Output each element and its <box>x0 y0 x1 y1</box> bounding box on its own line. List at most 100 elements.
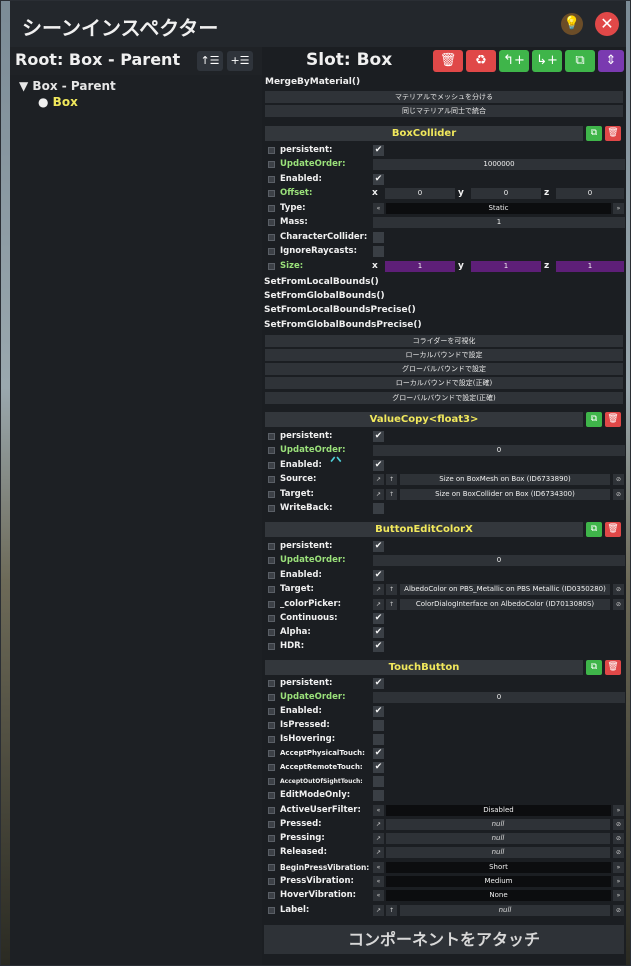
clear-icon[interactable]: ⊘ <box>613 599 624 610</box>
enum-prev-icon[interactable]: « <box>373 876 384 887</box>
field-handle-icon[interactable] <box>268 807 275 814</box>
field-handle-icon[interactable] <box>268 708 275 715</box>
visualize-collider-button[interactable]: コライダーを可視化 <box>265 335 623 347</box>
size-y-input[interactable]: 1 <box>471 261 541 272</box>
update-order-input[interactable]: 1000000 <box>373 159 625 170</box>
merge-same-material-button[interactable]: 同じマテリアル同士で統合 <box>265 105 623 117</box>
trash-icon[interactable]: 🗑 <box>605 522 621 537</box>
field-handle-icon[interactable] <box>268 615 275 622</box>
clear-icon[interactable]: ⊘ <box>613 833 624 844</box>
destroy-slot-icon[interactable]: 🗑 <box>433 50 463 72</box>
method-set-from-local-bounds[interactable]: SetFromLocalBounds() <box>264 277 379 287</box>
field-handle-icon[interactable] <box>268 694 275 701</box>
reference-icon[interactable]: ↗ <box>373 489 384 500</box>
clear-icon[interactable]: ⊘ <box>613 489 624 500</box>
enum-prev-icon[interactable]: « <box>373 805 384 816</box>
checkbox[interactable]: ✔ <box>373 541 384 552</box>
reference-icon[interactable]: ↗ <box>373 833 384 844</box>
enum-next-icon[interactable]: » <box>613 890 624 901</box>
field-handle-icon[interactable] <box>268 572 275 579</box>
offset-z-input[interactable]: 0 <box>556 188 624 199</box>
merge-by-material-button[interactable]: MergeByMaterial() <box>265 77 360 87</box>
copy-icon[interactable]: ⧉ <box>586 522 602 537</box>
update-order-input[interactable]: 0 <box>373 555 625 566</box>
expand-triangle-icon[interactable]: ▼ <box>19 79 28 93</box>
update-order-input[interactable]: 0 <box>373 445 625 456</box>
trash-icon[interactable]: 🗑 <box>605 412 621 427</box>
pressed-value[interactable]: null <box>386 819 610 830</box>
insert-parent-icon[interactable]: ↰+ <box>499 50 529 72</box>
enum-next-icon[interactable]: » <box>613 862 624 873</box>
field-handle-icon[interactable] <box>268 491 275 498</box>
checkbox[interactable] <box>373 720 384 731</box>
trash-icon[interactable]: 🗑 <box>605 126 621 141</box>
method-set-from-global-bounds[interactable]: SetFromGlobalBounds() <box>264 291 385 301</box>
field-handle-icon[interactable] <box>268 878 275 885</box>
field-handle-icon[interactable] <box>268 722 275 729</box>
field-handle-icon[interactable] <box>268 736 275 743</box>
method-set-from-local-bounds-precise[interactable]: SetFromLocalBoundsPrecise() <box>264 305 416 315</box>
valuecopy-header[interactable]: ValueCopy<float3> <box>265 412 583 427</box>
checkbox[interactable]: ✔ <box>373 613 384 624</box>
copy-icon[interactable]: ⧉ <box>586 412 602 427</box>
target-value[interactable]: AlbedoColor on PBS_Metallic on PBS Metal… <box>400 584 610 595</box>
clear-icon[interactable]: ⊘ <box>613 847 624 858</box>
field-handle-icon[interactable] <box>268 643 275 650</box>
offset-x-input[interactable]: 0 <box>385 188 455 199</box>
clear-icon[interactable]: ⊘ <box>613 584 624 595</box>
checkbox[interactable]: ✔ <box>373 641 384 652</box>
checkbox[interactable] <box>373 790 384 801</box>
checkbox[interactable] <box>373 503 384 514</box>
field-handle-icon[interactable] <box>268 586 275 593</box>
checkbox[interactable]: ✔ <box>373 460 384 471</box>
checkbox[interactable] <box>373 734 384 745</box>
buttoneditcolorx-header[interactable]: ButtonEditColorX <box>265 522 583 537</box>
checkbox[interactable]: ✔ <box>373 678 384 689</box>
set-local-bounds-precise-button[interactable]: ローカルバウンドで設定(正確) <box>265 377 623 389</box>
field-handle-icon[interactable] <box>268 219 275 226</box>
field-handle-icon[interactable] <box>268 263 275 270</box>
mass-input[interactable]: 1 <box>373 217 625 228</box>
field-handle-icon[interactable] <box>268 205 275 212</box>
field-handle-icon[interactable] <box>268 543 275 550</box>
tree-item-box-parent[interactable]: ▼ Box - Parent <box>19 79 116 93</box>
field-handle-icon[interactable] <box>268 601 275 608</box>
copy-icon[interactable]: ⧉ <box>586 126 602 141</box>
field-handle-icon[interactable] <box>268 892 275 899</box>
field-handle-icon[interactable] <box>268 864 275 871</box>
field-handle-icon[interactable] <box>268 190 275 197</box>
field-handle-icon[interactable] <box>268 792 275 799</box>
copy-icon[interactable]: ⧉ <box>586 660 602 675</box>
checkbox[interactable]: ✔ <box>373 570 384 581</box>
open-reference-icon[interactable]: ↑ <box>386 474 397 485</box>
open-reference-icon[interactable]: ↑ <box>386 905 397 916</box>
attach-component-button[interactable]: コンポーネントをアタッチ <box>264 925 624 954</box>
field-handle-icon[interactable] <box>268 835 275 842</box>
enum-prev-icon[interactable]: « <box>373 203 384 214</box>
field-handle-icon[interactable] <box>268 750 275 757</box>
set-global-bounds-precise-button[interactable]: グローバルバウンドで設定(正確) <box>265 392 623 404</box>
checkbox[interactable] <box>373 246 384 257</box>
source-value[interactable]: Size on BoxMesh on Box (ID6733890) <box>400 474 610 485</box>
help-icon[interactable]: 💡 <box>561 13 583 35</box>
field-handle-icon[interactable] <box>268 629 275 636</box>
enum-next-icon[interactable]: » <box>613 203 624 214</box>
clear-icon[interactable]: ⊘ <box>613 474 624 485</box>
field-handle-icon[interactable] <box>268 505 275 512</box>
field-handle-icon[interactable] <box>268 821 275 828</box>
boxcollider-header[interactable]: BoxCollider <box>265 126 583 141</box>
checkbox[interactable]: ✔ <box>373 627 384 638</box>
close-icon[interactable]: ✕ <box>595 12 619 36</box>
size-x-input[interactable]: 1 <box>385 261 455 272</box>
field-handle-icon[interactable] <box>268 147 275 154</box>
set-global-bounds-button[interactable]: グローバルバウンドで設定 <box>265 363 623 375</box>
enum-prev-icon[interactable]: « <box>373 890 384 901</box>
color-picker-value[interactable]: ColorDialogInterface on AlbedoColor (ID7… <box>400 599 610 610</box>
field-handle-icon[interactable] <box>268 764 275 771</box>
field-handle-icon[interactable] <box>268 161 275 168</box>
clear-icon[interactable]: ⊘ <box>613 905 624 916</box>
field-handle-icon[interactable] <box>268 433 275 440</box>
field-handle-icon[interactable] <box>268 248 275 255</box>
field-handle-icon[interactable] <box>268 680 275 687</box>
target-value[interactable]: Size on BoxCollider on Box (ID6734300) <box>400 489 610 500</box>
